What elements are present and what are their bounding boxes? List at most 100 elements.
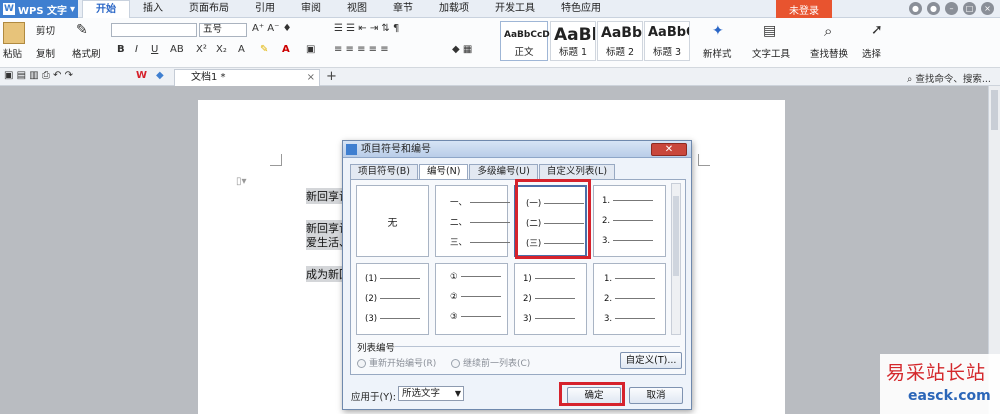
style-name: 标题 3 bbox=[652, 47, 682, 58]
scroll-thumb[interactable] bbox=[991, 90, 998, 130]
maximize-icon[interactable]: □ bbox=[963, 2, 976, 15]
minimize-icon[interactable]: – bbox=[945, 2, 958, 15]
menu-home[interactable]: 开始 bbox=[82, 0, 130, 18]
paste-icon[interactable] bbox=[3, 22, 25, 44]
customize-button[interactable]: 自定义(T)... bbox=[620, 352, 682, 369]
apply-to-select[interactable]: 所选文字 ▼ bbox=[398, 386, 464, 401]
style-sample: AaBbC bbox=[601, 25, 642, 41]
tab-multilevel[interactable]: 多级编号(U) bbox=[469, 164, 538, 179]
menu-insert[interactable]: 插入 bbox=[130, 0, 176, 18]
close-icon[interactable]: × bbox=[981, 2, 994, 15]
find-replace-button[interactable]: 查找替换 bbox=[810, 46, 848, 60]
menu-review[interactable]: 审阅 bbox=[288, 0, 334, 18]
menu-addins[interactable]: 加载项 bbox=[426, 0, 482, 18]
paragraph-handle-icon[interactable]: ▯▾ bbox=[236, 176, 247, 187]
num-label: ① bbox=[450, 272, 458, 282]
style-name: 标题 1 bbox=[558, 47, 588, 58]
doc-tab[interactable]: 文档1 * × bbox=[174, 69, 320, 86]
numbering-option-none[interactable]: 无 bbox=[356, 185, 429, 257]
numbering-option-chinese[interactable]: 一、 二、 三、 bbox=[435, 185, 511, 257]
select-button[interactable]: 选择 bbox=[862, 46, 881, 60]
restart-numbering-radio[interactable]: 重新开始编号(R) bbox=[357, 356, 436, 369]
select-cursor-icon[interactable]: ➚ bbox=[871, 22, 883, 38]
apply-to-label: 应用于(Y): bbox=[351, 392, 396, 403]
divider bbox=[395, 346, 680, 347]
text-highlight-icon[interactable]: ✎ bbox=[260, 44, 268, 55]
format-painter-icon[interactable]: ✎ bbox=[76, 22, 88, 38]
italic-icon[interactable]: I bbox=[135, 44, 138, 55]
chevron-down-icon: ▾ bbox=[70, 3, 76, 15]
menu-special[interactable]: 特色应用 bbox=[548, 0, 614, 18]
apply-to-value: 所选文字 bbox=[402, 388, 441, 399]
command-search[interactable]: ⌕ 查找命令、搜索... bbox=[907, 71, 991, 85]
close-tab-icon[interactable]: × bbox=[307, 70, 315, 85]
skin-icon[interactable]: ● bbox=[909, 2, 922, 15]
login-button[interactable]: 未登录 bbox=[776, 0, 832, 18]
menu-page-layout[interactable]: 页面布局 bbox=[176, 0, 242, 18]
shading-icon[interactable]: ◆ ▦ bbox=[452, 44, 472, 55]
align-icons[interactable]: ≡ ≡ ≡ ≡ ≡ bbox=[334, 44, 389, 55]
ribbon: 粘贴 剪切 复制 ✎ 格式刷 五号 A⁺ A⁻ ♦ B I U AB X² X₂… bbox=[0, 18, 1000, 68]
menu-developer[interactable]: 开发工具 bbox=[482, 0, 548, 18]
wps-logo-icon: W bbox=[3, 3, 15, 15]
wps-icon[interactable]: W bbox=[136, 70, 147, 81]
settings-icon[interactable]: ● bbox=[927, 2, 940, 15]
numbering-option-circled[interactable]: ① ② ③ bbox=[435, 263, 508, 335]
tab-numbering[interactable]: 编号(N) bbox=[418, 164, 469, 180]
watermark: 易采站长站 easck.com bbox=[880, 354, 1000, 414]
quick-access-icons[interactable]: ▣ ▤ ▥ ⎙ ↶ ↷ bbox=[4, 70, 73, 81]
font-color-icon[interactable]: A bbox=[282, 44, 290, 55]
num-label: 二、 bbox=[450, 218, 468, 228]
style-heading-1[interactable]: AaBl 标题 1 bbox=[550, 21, 596, 61]
font-size-select[interactable]: 五号 bbox=[199, 23, 247, 37]
style-heading-3[interactable]: AaBbC 标题 3 bbox=[644, 21, 690, 61]
text-tools-button[interactable]: 文字工具 bbox=[752, 46, 790, 60]
cancel-button[interactable]: 取消 bbox=[629, 387, 683, 404]
window-controls: ● ● – □ × bbox=[909, 2, 994, 15]
dialog-close-button[interactable]: ✕ bbox=[651, 143, 687, 156]
numbering-option-paren-arabic[interactable]: (1) (2) (3) bbox=[356, 263, 429, 335]
num-label: (2) bbox=[365, 294, 378, 304]
menu-view[interactable]: 视图 bbox=[334, 0, 380, 18]
cut-button[interactable]: 剪切 bbox=[36, 23, 55, 37]
style-normal[interactable]: AaBbCcDd 正文 bbox=[500, 21, 556, 61]
bullets-icon[interactable]: ☰ ☰ ⇤ ⇥ ⇅ ¶ bbox=[334, 23, 399, 34]
document-tab-bar: ▣ ▤ ▥ ⎙ ↶ ↷ W ◆ 文档1 * × + ⌕ 查找命令、搜索... bbox=[0, 68, 1000, 86]
menu-section[interactable]: 章节 bbox=[380, 0, 426, 18]
new-style-icon[interactable]: ✦ bbox=[712, 23, 724, 39]
numbering-option-arabic-dot[interactable]: 1. 2. 3. bbox=[593, 185, 666, 257]
dialog-title: 项目符号和编号 bbox=[361, 144, 431, 155]
new-style-button[interactable]: 新样式 bbox=[703, 46, 732, 60]
num-label: 3) bbox=[523, 314, 532, 324]
grow-font-icon[interactable]: A⁺ A⁻ ♦ bbox=[252, 23, 292, 34]
add-tab-icon[interactable]: + bbox=[326, 69, 337, 84]
format-painter-button[interactable]: 格式刷 bbox=[72, 46, 101, 60]
num-label: (3) bbox=[365, 314, 378, 324]
none-label: 无 bbox=[387, 218, 398, 229]
tab-bullets[interactable]: 项目符号(B) bbox=[350, 164, 418, 179]
char-border-icon[interactable]: ▣ bbox=[306, 44, 315, 55]
app-menu-button[interactable]: W WPS 文字 ▾ bbox=[0, 0, 78, 18]
menu-references[interactable]: 引用 bbox=[242, 0, 288, 18]
superscript-icon[interactable]: X² bbox=[196, 44, 207, 55]
subscript-icon[interactable]: X₂ bbox=[216, 44, 227, 55]
style-sample: AaBl bbox=[554, 25, 596, 45]
cube-icon[interactable]: ◆ bbox=[156, 70, 164, 81]
options-scrollbar[interactable] bbox=[671, 183, 681, 335]
numbering-option-arabic-paren[interactable]: 1) 2) 3) bbox=[514, 263, 587, 335]
copy-button[interactable]: 复制 bbox=[36, 46, 55, 60]
strikethrough-icon[interactable]: AB bbox=[170, 44, 184, 55]
scroll-thumb[interactable] bbox=[673, 196, 679, 276]
find-replace-icon[interactable]: ⌕ bbox=[824, 22, 832, 40]
numbering-option-arabic-dot-2[interactable]: 1. 2. 3. bbox=[593, 263, 666, 335]
style-heading-2[interactable]: AaBbC 标题 2 bbox=[597, 21, 643, 61]
highlight-icon[interactable]: A bbox=[238, 44, 245, 55]
font-name-select[interactable] bbox=[111, 23, 197, 37]
underline-icon[interactable]: U bbox=[151, 44, 158, 55]
continue-list-radio[interactable]: 继续前一列表(C) bbox=[451, 356, 530, 369]
text-tools-icon[interactable]: ▤ bbox=[763, 23, 776, 39]
tab-custom-list[interactable]: 自定义列表(L) bbox=[538, 164, 616, 179]
radio-label: 继续前一列表(C) bbox=[463, 359, 531, 369]
paste-button[interactable]: 粘贴 bbox=[3, 46, 22, 60]
bold-icon[interactable]: B bbox=[117, 44, 125, 55]
